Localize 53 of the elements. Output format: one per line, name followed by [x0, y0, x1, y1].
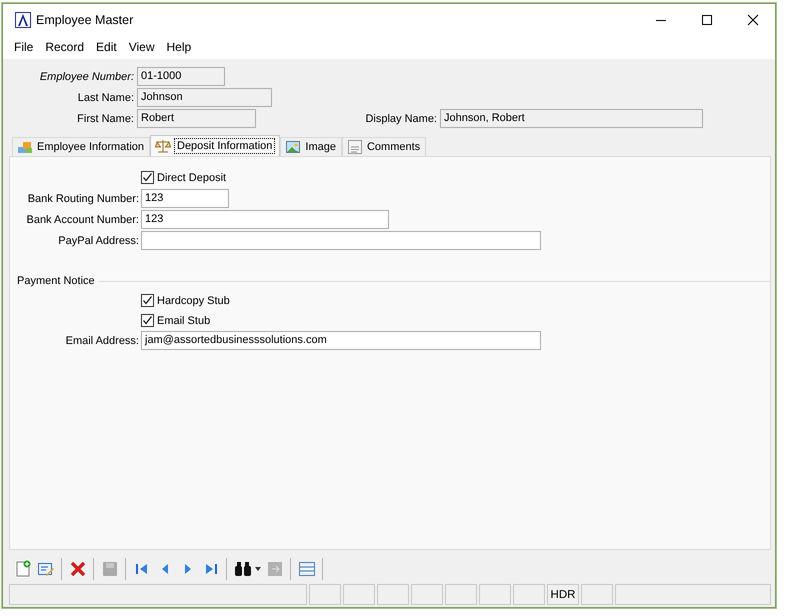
status-panel — [343, 584, 375, 605]
status-panel — [581, 584, 613, 605]
first-name-field[interactable]: Robert — [137, 109, 256, 128]
email-field[interactable]: jam@assortedbusinesssolutions.com — [141, 331, 541, 350]
status-panel — [479, 584, 511, 605]
status-panel — [377, 584, 409, 605]
checkbox-label[interactable]: Hardcopy Stub — [157, 294, 230, 306]
status-indicator: HDR — [547, 584, 579, 605]
section-title: Payment Notice — [17, 275, 95, 287]
menu-item[interactable]: View — [128, 40, 155, 54]
checkbox[interactable] — [141, 294, 154, 307]
app-logo-icon — [15, 12, 31, 28]
menu-item[interactable]: Edit — [96, 40, 117, 54]
input-field[interactable]: 123 — [141, 189, 229, 208]
status-panel — [309, 584, 341, 605]
boxes-icon — [17, 139, 33, 155]
image-icon — [285, 139, 302, 155]
tab[interactable]: Employee Information — [12, 137, 150, 156]
tab[interactable]: Comments — [342, 137, 426, 156]
field-label: PayPal Address: — [57, 234, 139, 246]
field-label: Email Address: — [64, 334, 139, 346]
tab[interactable]: Image — [280, 137, 342, 156]
input-field[interactable] — [141, 231, 541, 250]
maximize-icon[interactable] — [701, 14, 713, 26]
notepad-icon — [346, 139, 363, 155]
employee-number-field[interactable]: 01-1000 — [137, 67, 225, 86]
scales-icon — [155, 138, 171, 154]
field-label: Bank Routing Number: — [26, 192, 139, 204]
status-panel — [411, 584, 443, 605]
checkbox-label[interactable]: Direct Deposit — [157, 172, 226, 184]
menu-item[interactable]: Record — [45, 40, 84, 54]
field-label: Bank Account Number: — [25, 214, 139, 226]
dropdown-caret-icon[interactable] — [255, 567, 261, 571]
close-icon[interactable] — [747, 14, 759, 26]
status-panel — [445, 584, 477, 605]
menu-item[interactable]: Help — [166, 40, 192, 54]
checkmark-icon — [142, 295, 153, 306]
display-name-field[interactable]: Johnson, Robert — [440, 109, 703, 128]
field-label: Last Name: — [76, 92, 134, 104]
window-title: Employee Master — [36, 12, 134, 26]
last-name-field[interactable]: Johnson — [137, 88, 272, 107]
field-label: First Name: — [76, 112, 134, 124]
status-panel — [513, 584, 545, 605]
field-label: Employee Number: — [38, 70, 134, 82]
checkbox[interactable] — [141, 171, 154, 184]
tab[interactable]: Deposit Information — [150, 135, 280, 156]
checkmark-icon — [142, 315, 153, 326]
checkbox-label[interactable]: Email Stub — [157, 314, 210, 326]
menu-item[interactable]: File — [14, 40, 34, 54]
field-label: Display Name: — [364, 112, 437, 124]
checkbox[interactable] — [141, 314, 154, 327]
input-field[interactable]: 123 — [141, 210, 389, 229]
checkmark-icon — [142, 172, 153, 183]
